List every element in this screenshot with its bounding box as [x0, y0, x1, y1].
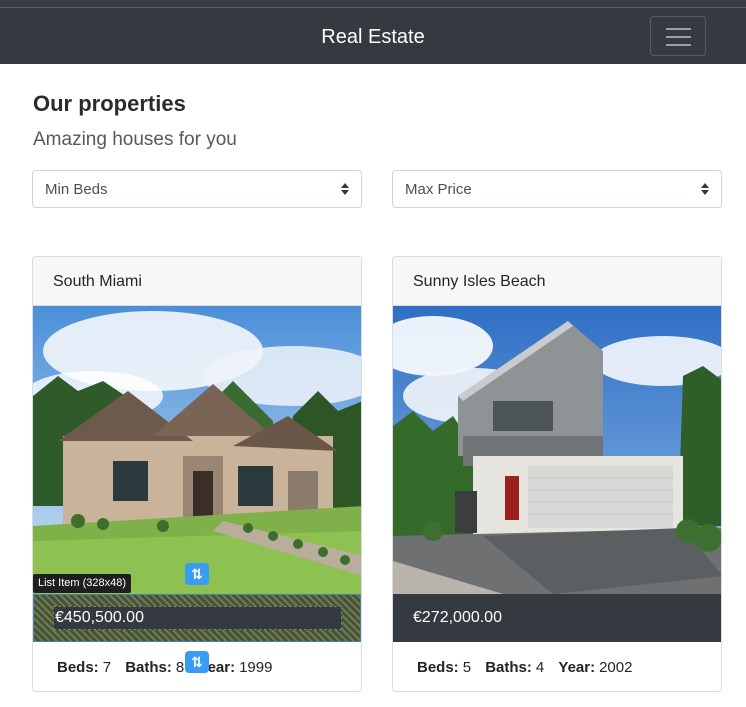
hamburger-icon-bar [666, 44, 691, 46]
hamburger-icon [666, 28, 691, 30]
hamburger-icon-bar [666, 36, 691, 38]
property-card[interactable]: South Miami €450,500.00 Beds: 7 Baths: 8… [32, 256, 362, 692]
resize-handle-icon[interactable]: ⇅ [185, 563, 209, 585]
beds-value: 7 [102, 659, 112, 676]
browser-top-strip [0, 0, 746, 8]
property-card[interactable]: Sunny Isles Beach €272,000.00 Beds: 5 Ba… [392, 256, 722, 692]
navbar: Real Estate [0, 8, 746, 64]
page-title: Our properties [33, 91, 186, 116]
year-value: 1999 [239, 659, 273, 676]
property-name: Sunny Isles Beach [393, 257, 721, 306]
beds-label: Beds: [57, 659, 99, 676]
property-photo [393, 306, 721, 594]
navbar-toggle-button[interactable] [650, 16, 706, 56]
property-price: €272,000.00 [393, 594, 721, 642]
navbar-brand[interactable]: Real Estate [0, 25, 746, 49]
baths-value: 4 [535, 659, 545, 676]
resize-handle-icon[interactable]: ⇅ [185, 651, 209, 673]
property-photo [33, 306, 361, 594]
max-price-select[interactable]: Max Price [392, 170, 722, 208]
beds-label: Beds: [417, 659, 459, 676]
baths-value: 8 [175, 659, 185, 676]
year-label: Year: [558, 659, 596, 676]
select-arrows-icon [701, 181, 709, 197]
baths-label: Baths: [485, 659, 532, 676]
min-beds-select-value: Min Beds [45, 181, 108, 198]
max-price-select-value: Max Price [405, 181, 472, 198]
property-specs: Beds: 5 Baths: 4 Year: 2002 [393, 642, 721, 691]
devtools-highlight-overlay: €450,500.00 [33, 594, 361, 642]
devtools-tooltip: List Item (328x48) [33, 574, 132, 593]
select-arrows-icon [341, 181, 349, 197]
beds-value: 5 [462, 659, 472, 676]
min-beds-select[interactable]: Min Beds [32, 170, 362, 208]
baths-label: Baths: [125, 659, 172, 676]
property-name: South Miami [33, 257, 361, 306]
page-subtitle: Amazing houses for you [33, 129, 237, 150]
year-value: 2002 [599, 659, 633, 676]
property-price: €450,500.00 [53, 606, 342, 630]
